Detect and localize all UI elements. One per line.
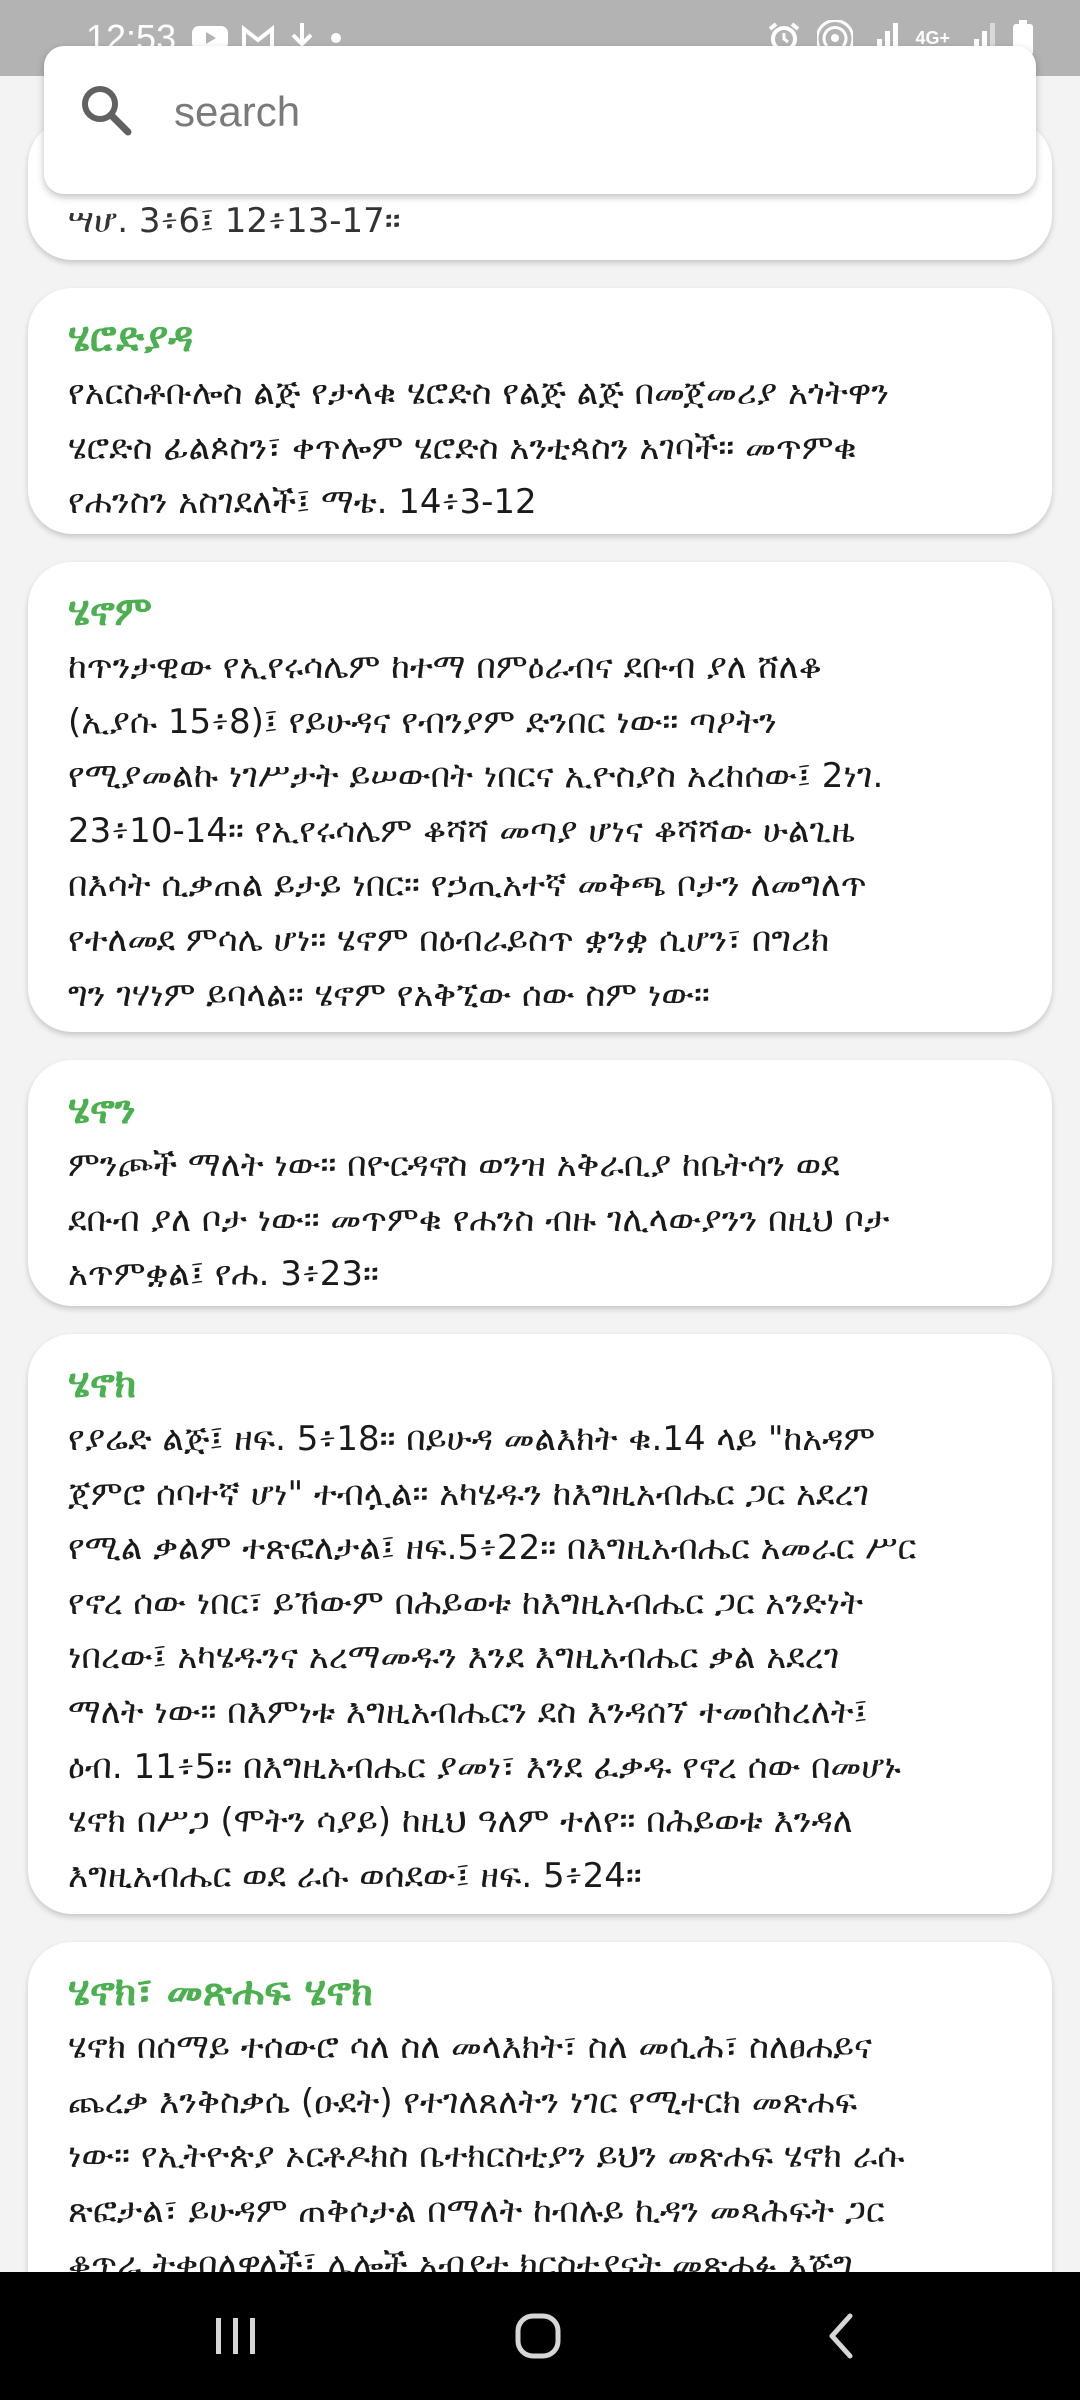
entry-card[interactable]: ሄኖም ከጥንታዊው የኢየሩሳሌም ከተማ በምዕራብና ደቡብ ያለ ሸለቆ… [28,562,1052,1032]
entry-title: ሄኖክ [68,1361,137,1407]
entry-text-line: እግዚአብሔር ወደ ራሱ ወሰደው፤ ዘፍ. 5፥24። [68,1855,642,1896]
entry-text-line: (ኢያሱ 15፥8)፤ የይሁዳና የብንያም ድንበር ነው። ጣዖትን [68,701,777,742]
entry-text: ሄኖክ በሰማይ ተሰውሮ ሳለ ስለ መላእክት፣ ስለ መሲሕ፣ ስለፀሐይ… [68,2020,1014,2272]
entry-card[interactable]: ሄሮድያዳ የአርስቶቡሎስ ልጅ የታላቁ ሄሮድስ የልጅ ልጅ በመጀመሪ… [28,288,1052,534]
entry-text: የአርስቶቡሎስ ልጅ የታላቁ ሄሮድስ የልጅ ልጅ በመጀመሪያ አጎትዋ… [68,366,1014,530]
network-type: 4G+ [915,28,950,48]
entry-text-line: ዕብ. 11፥5። በእግዚአብሔር ያመነ፣ እንደ ፈቃዱ የኖረ ሰው በ… [68,1746,901,1787]
entry-text-line: ነበረው፤ አካሄዱንና አረማመዱን እንደ እግዚአብሔር ቃል አደረገ [68,1637,840,1678]
entry-text-line: ሄኖክ በሥጋ (ሞትን ሳያይ) ከዚህ ዓለም ተለየ። በሕይወቱ እንዳ… [68,1801,853,1842]
home-icon[interactable] [508,2306,568,2366]
entry-text-line: የአርስቶቡሎስ ልጅ የታላቁ ሄሮድስ የልጅ ልጅ በመጀመሪያ አጎትዋ… [68,373,890,413]
entry-text: የያሬድ ልጅ፤ ዘፍ. 5፥18። በይሁዳ መልእክት ቁ.14 ላይ "ከ… [68,1412,1014,1903]
entry-text-line: 23፥10-14። የኢየሩሳሌም ቆሻሻ መጣያ ሆነና ቆሻሻው ሁልጊዜ [68,810,855,851]
entry-text: ከጥንታዊው የኢየሩሳሌም ከተማ በምዕራብና ደቡብ ያለ ሸለቆ (ኢያ… [68,640,1014,1022]
entry-text-line: የያሬድ ልጅ፤ ዘፍ. 5፥18። በይሁዳ መልእክት ቁ.14 ላይ "ከ… [68,1419,876,1459]
entry-text-line: የሚል ቃልም ተጽፎለታል፤ ዘፍ.5፥22። በእግዚአብሔር አመራር ሥ… [68,1528,917,1569]
entry-text-line: ጽፎታል፣ ይሁዳም ጠቅሶታል በማለት ከብሉይ ኪዳን መጻሕፍት ጋር [68,2190,885,2231]
entry-card[interactable]: ሄኖክ የያሬድ ልጅ፤ ዘፍ. 5፥18። በይሁዳ መልእክት ቁ.14 ላ… [28,1334,1052,1914]
entry-text-line: ነው። የኢትዮጵያ ኦርቶዶክስ ቤተክርስቲያን ይህን መጽሐፍ ሄኖክ … [68,2136,905,2177]
entry-text-line: ከጥንታዊው የኢየሩሳሌም ከተማ በምዕራብና ደቡብ ያለ ሸለቆ [68,647,822,687]
entry-title: ሄኖክ፣ መጽሐፍ ሄኖክ [68,1969,373,2015]
search-input[interactable] [174,82,974,142]
entry-text-line: ቆጥራ ትቀበለዋለች፤ ሌሎች አብያተ ክርስቲያናት መጽሐፉ እጅግ [68,2245,853,2272]
entry-card[interactable]: ሄኖን ምንጮች ማለት ነው። በዮርዳኖስ ወንዝ አቅራቢያ ከቤትሳን … [28,1060,1052,1306]
entry-text-line: ግን ገሃነም ይባላል። ሄኖም የአቅኚው ሰው ስም ነው። [68,974,710,1015]
entry-text-line: የሚያመልኩ ነገሥታት ይሠውበት ነበርና ኢዮስያስ አረከሰው፤ 2ነገ… [68,756,884,797]
entry-text-line: ሣሆ. 3፥6፤ 12፥13-17። [68,201,401,241]
entry-text-line: ደቡብ ያለ ቦታ ነው። መጥምቁ የሐንስ ብዙ ገሊላውያንን በዚህ ቦ… [68,1199,890,1240]
recent-apps-icon[interactable] [206,2306,266,2366]
entry-text-line: በእሳት ሲቃጠል ይታይ ነበር። የኃጢአተኛ መቅጫ ቦታን ለመግለጥ [68,865,867,906]
entry-text-line: የሐንስን አስገደለች፤ ማቴ. 14፥3-12 [68,482,537,523]
entry-text: ሣሆ. 3፥6፤ 12፥13-17። [68,194,401,249]
entry-text-line: ምንጮች ማለት ነው። በዮርዳኖስ ወንዝ አቅራቢያ ከቤትሳን ወደ [68,1145,840,1185]
entry-text: ምንጮች ማለት ነው። በዮርዳኖስ ወንዝ አቅራቢያ ከቤትሳን ወደ ደ… [68,1138,1014,1302]
entry-text-line: ሄኖክ በሰማይ ተሰውሮ ሳለ ስለ መላእክት፣ ስለ መሲሕ፣ ስለፀሐይ… [68,2027,873,2067]
entry-title: ሄኖን [68,1087,136,1133]
entry-text-line: የተለመደ ምሳሌ ሆነ። ሄኖም በዕብራይስጥ ቋንቋ ሲሆን፣ በግሪክ [68,919,830,960]
entry-text-line: ጨረቃ እንቅስቃሴ (ዑደት) የተገለጸለትን ነገር የሚተርክ መጽሐፍ [68,2081,858,2122]
entry-text-line: የኖረ ሰው ነበር፣ ይኸውም በሕይወቱ ከእግዚአብሔር ጋር አንድነት [68,1582,864,1623]
entry-text-line: አጥምቋል፤ የሐ. 3፥23። [68,1254,379,1295]
entry-text-line: ጀምሮ ሰባተኛ ሆነ" ተብሏል። አካሄዱን ከእግዚአብሔር ጋር አደረ… [68,1473,870,1514]
dot-icon [331,33,341,43]
entry-card[interactable]: ሄኖክ፣ መጽሐፍ ሄኖክ ሄኖክ በሰማይ ተሰውሮ ሳለ ስለ መላእክት፣… [28,1942,1052,2272]
back-icon[interactable] [812,2306,872,2366]
entry-text-line: ሄሮድስ ፊልጶስን፣ ቀጥሎም ሄሮድስ አንቲጳስን አገባች። መጥምቁ [68,427,857,468]
entry-list[interactable]: ሣሆ. 3፥6፤ 12፥13-17። ሄሮድያዳ የአርስቶቡሎስ ልጅ የታላ… [0,0,1080,2272]
entry-title: ሄኖም [68,589,153,635]
search-bar[interactable] [44,46,1036,194]
search-icon[interactable] [74,78,138,142]
navigation-bar [0,2272,1080,2400]
entry-text-line: ማለት ነው። በእምነቱ እግዚአብሔርን ደስ እንዳሰኘ ተመሰከረለት፤ [68,1691,868,1732]
entry-title: ሄሮድያዳ [68,315,194,361]
